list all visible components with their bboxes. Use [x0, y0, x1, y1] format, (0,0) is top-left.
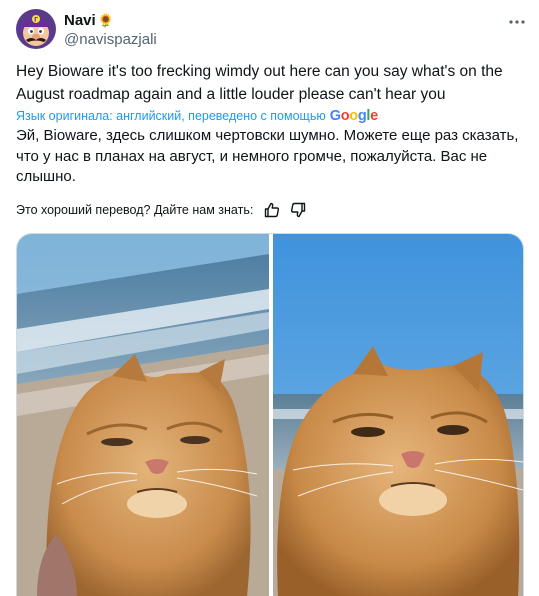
tweet-card: Γ Navi 🌻 @navispazjali Hey Bioware it's … [0, 0, 539, 596]
translation-info-label: Язык оригинала: английский, переведено с… [16, 109, 326, 123]
google-logo: Google [329, 108, 378, 124]
media-grid [16, 233, 524, 596]
thumbs-down-button[interactable] [289, 201, 307, 219]
author-handle[interactable]: @navispazjali [64, 31, 157, 48]
translation-info[interactable]: Язык оригинала: английский, переведено с… [16, 108, 378, 124]
thumbs-up-icon [265, 202, 280, 218]
feedback-question: Это хороший перевод? Дайте нам знать: [16, 203, 254, 217]
waluigi-avatar-icon: Γ [16, 9, 56, 49]
cat-at-beach-photo-1[interactable] [17, 234, 269, 596]
sunflower-icon: 🌻 [97, 13, 114, 28]
author-name-row: Navi 🌻 [64, 12, 114, 29]
author-avatar[interactable]: Γ [16, 9, 56, 49]
translated-text: Эй, Bioware, здесь слишком чертовски шум… [16, 127, 519, 185]
thumbs-up-button[interactable] [263, 201, 281, 219]
more-horizontal-icon [509, 20, 525, 24]
svg-text:Γ: Γ [34, 17, 38, 24]
author-display-name[interactable]: Navi [64, 12, 96, 29]
cat-at-beach-photo-2[interactable] [273, 234, 523, 596]
thumbs-down-icon [291, 202, 306, 218]
more-options-button[interactable] [506, 12, 528, 32]
translation-feedback: Это хороший перевод? Дайте нам знать: [16, 201, 307, 219]
tweet-text: Hey Bioware it's too frecking wimdy out … [16, 63, 503, 103]
